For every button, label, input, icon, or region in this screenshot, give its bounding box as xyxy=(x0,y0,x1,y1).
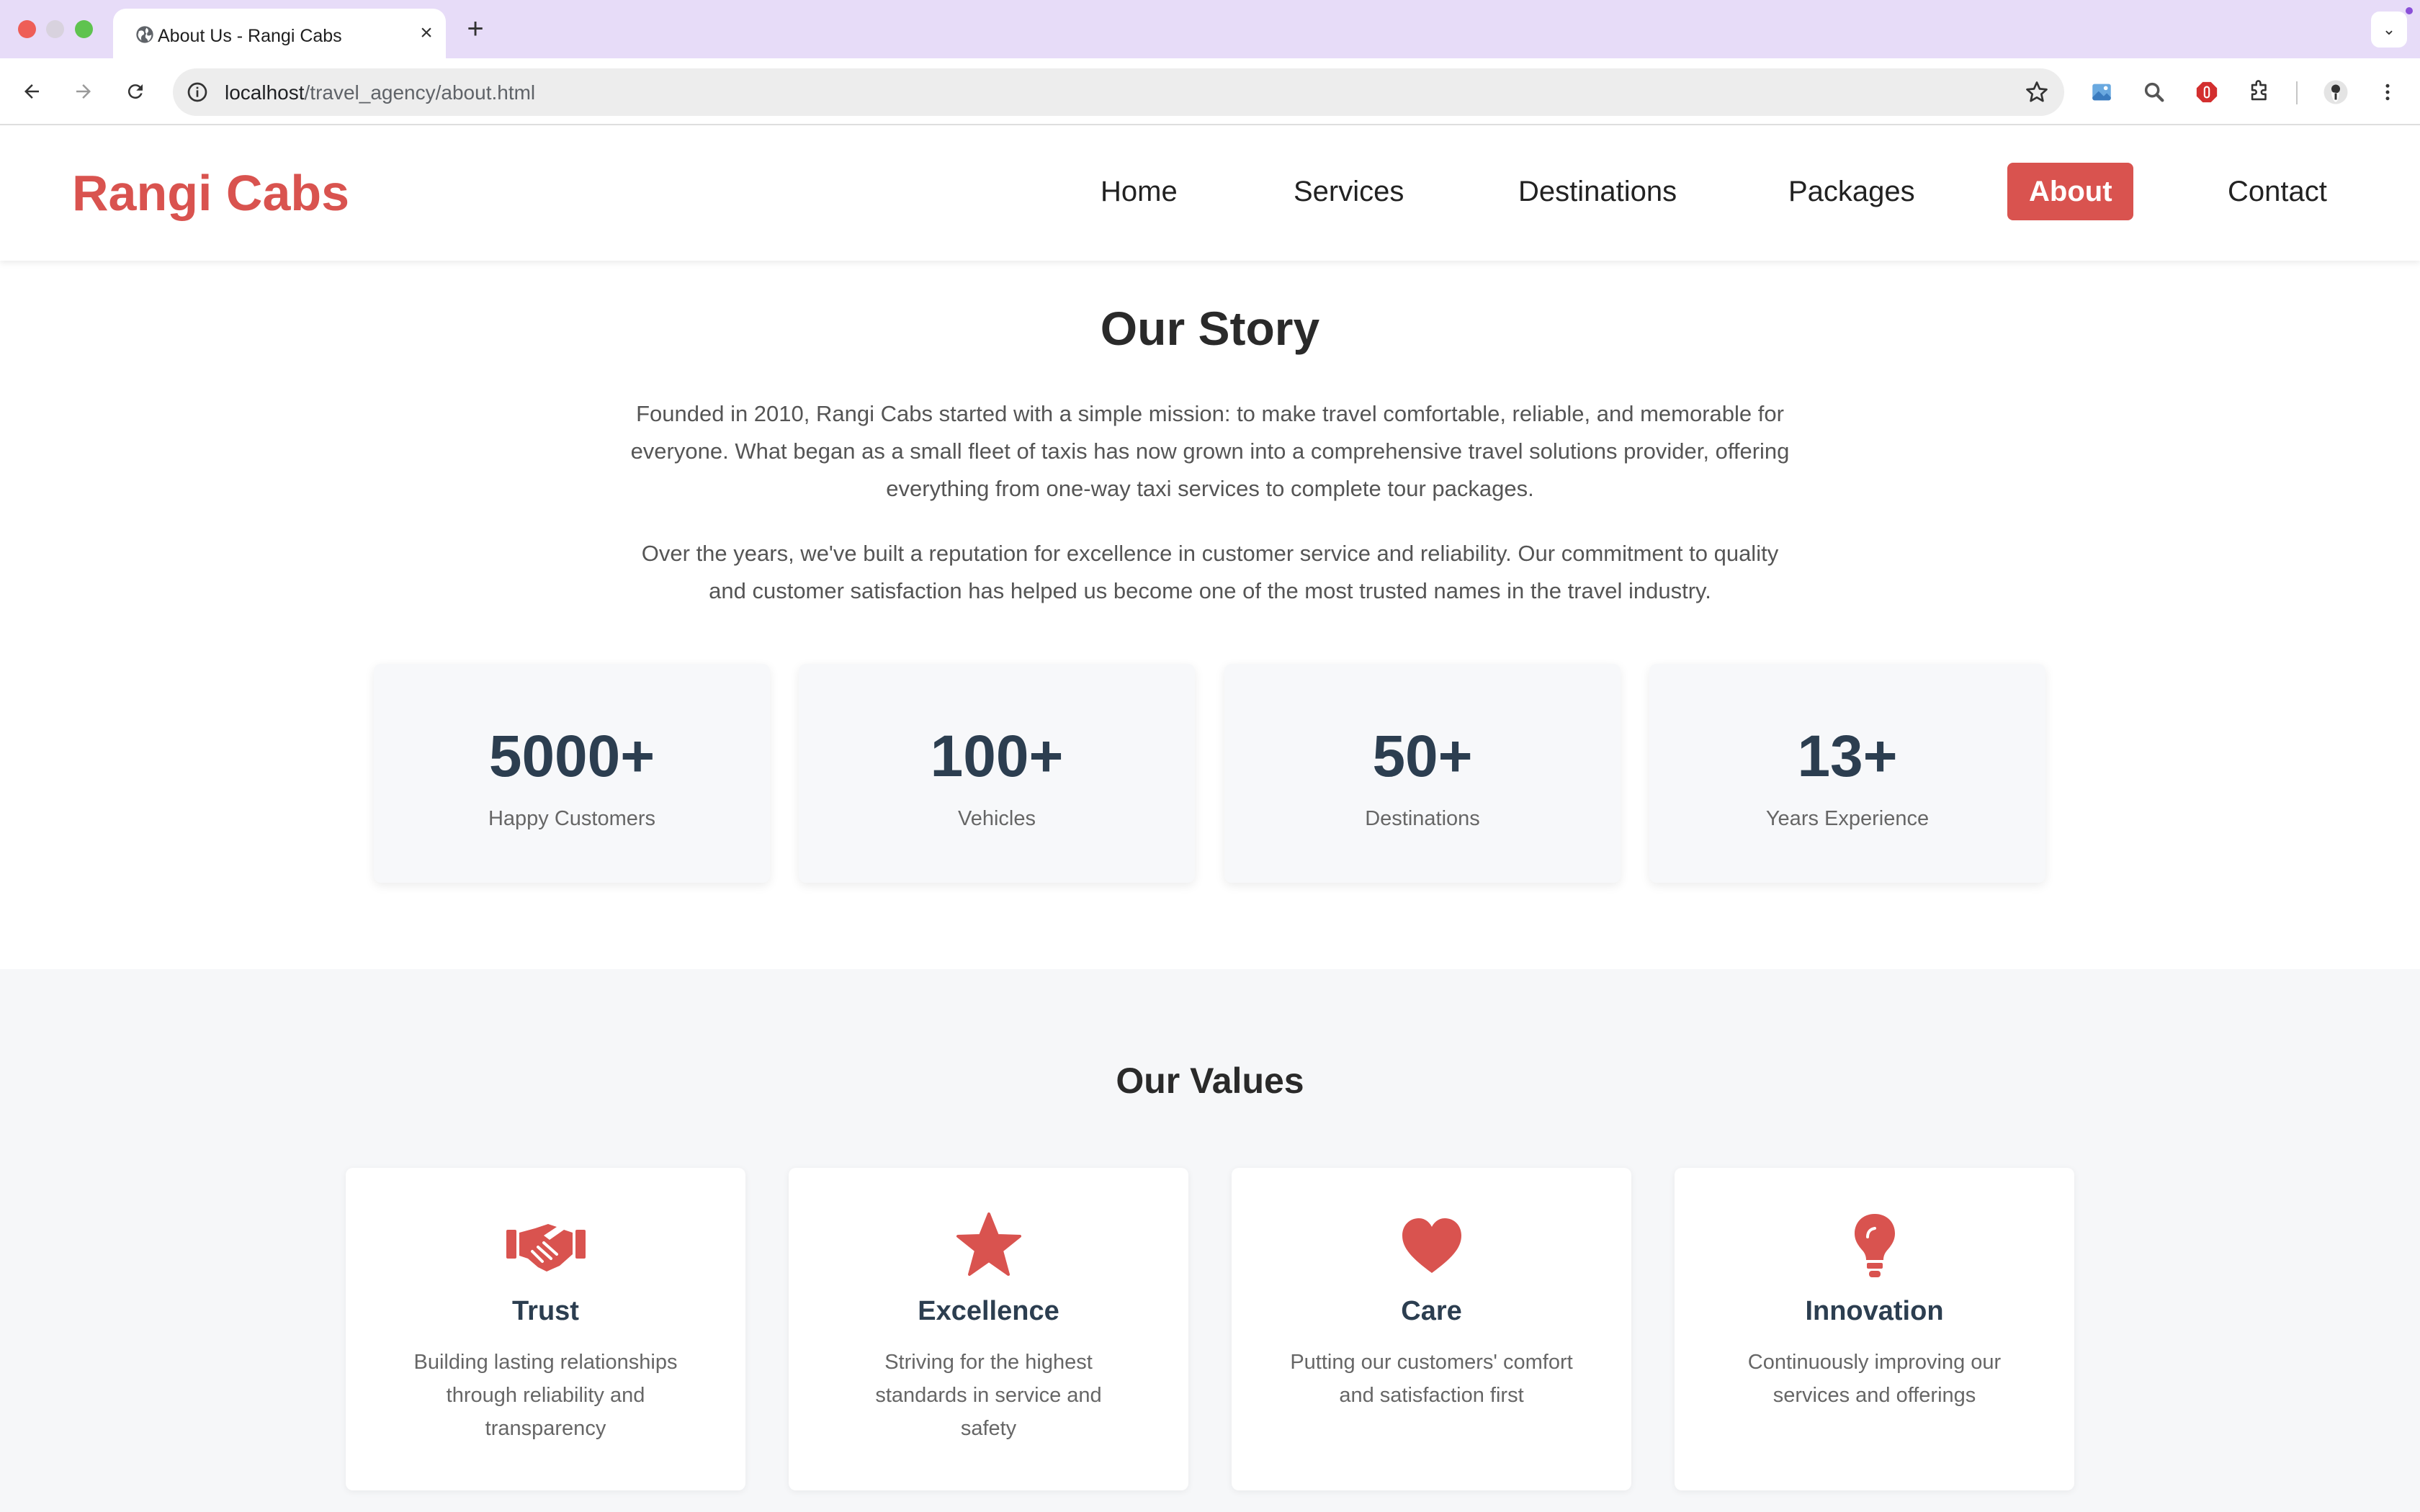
nav-contact[interactable]: Contact xyxy=(2228,163,2327,220)
back-button[interactable] xyxy=(16,76,48,107)
stat-value: 50+ xyxy=(1372,724,1473,789)
new-tab-button[interactable]: + xyxy=(461,13,490,45)
story-paragraph-1: Founded in 2010, Rangi Cabs started with… xyxy=(630,401,1790,501)
story-title: Our Story xyxy=(1100,302,1320,355)
stat-card: 13+ Years Experience xyxy=(1649,664,2045,883)
window-close-button[interactable] xyxy=(18,20,36,38)
reload-icon xyxy=(127,84,143,99)
stat-label: Vehicles xyxy=(957,807,1036,830)
extension-photos-icon[interactable] xyxy=(2088,78,2115,106)
stat-label: Destinations xyxy=(1365,807,1480,830)
url-host: localhost xyxy=(225,81,305,104)
bookmark-star-icon[interactable] xyxy=(2024,79,2050,105)
story-paragraph-2: Over the years, we've built a reputation… xyxy=(641,541,1779,603)
address-bar[interactable]: localhost/travel_agency/about.html xyxy=(173,68,2064,116)
value-card-care: Care Putting our customers' comfort and … xyxy=(1232,1168,1631,1490)
value-description: Striving for the highest standards in se… xyxy=(875,1351,1102,1440)
browser-menu-icon[interactable] xyxy=(2374,78,2401,106)
stat-value: 5000+ xyxy=(488,724,655,789)
browser-tab-active[interactable]: About Us - Rangi Cabs × xyxy=(113,9,446,59)
forward-button[interactable] xyxy=(68,76,99,107)
arrow-right-icon xyxy=(76,84,91,99)
value-description: Continuously improving our services and … xyxy=(1747,1351,2002,1407)
extension-adblock-icon[interactable] xyxy=(2193,78,2220,106)
value-title: Care xyxy=(1401,1296,1462,1326)
extensions-puzzle-icon[interactable] xyxy=(2246,78,2273,106)
window-zoom-button[interactable] xyxy=(75,20,93,38)
values-title: Our Values xyxy=(1116,1061,1304,1101)
globe-icon xyxy=(136,26,153,43)
nav-destinations[interactable]: Destinations xyxy=(1518,163,1677,220)
reload-button[interactable] xyxy=(120,76,151,107)
value-card-excellence: Excellence Striving for the highest stan… xyxy=(789,1168,1188,1490)
window-minimize-button[interactable] xyxy=(46,20,64,38)
value-card-trust: Trust Building lasting relationships thr… xyxy=(346,1168,745,1490)
stat-value: 13+ xyxy=(1797,724,1898,789)
extension-search-icon[interactable] xyxy=(2141,78,2168,106)
nav-services[interactable]: Services xyxy=(1294,163,1404,220)
profile-notification-dot xyxy=(2406,7,2413,14)
site-header: Rangi Cabs Home Services Destinations Pa… xyxy=(0,127,2420,261)
lightbulb-icon xyxy=(1854,1214,1895,1277)
site-logo[interactable]: Rangi Cabs xyxy=(72,164,349,222)
stat-value: 100+ xyxy=(930,724,1064,789)
arrow-left-icon xyxy=(24,84,39,99)
stat-card: 100+ Vehicles xyxy=(799,664,1195,883)
tab-close-icon[interactable]: × xyxy=(412,19,441,48)
stat-card: 50+ Destinations xyxy=(1224,664,1621,883)
heart-icon xyxy=(1402,1218,1461,1273)
browser-tab-strip: About Us - Rangi Cabs × + ⌄ xyxy=(0,0,2420,59)
url-path: /travel_agency/about.html xyxy=(304,81,536,104)
stat-card: 5000+ Happy Customers xyxy=(374,664,770,883)
value-description: Putting our customers' comfort and satis… xyxy=(1290,1351,1573,1407)
star-icon xyxy=(956,1212,1021,1276)
stat-label: Years Experience xyxy=(1765,807,1930,830)
browser-toolbar: localhost/travel_agency/about.html xyxy=(0,58,2420,125)
stat-label: Happy Customers xyxy=(488,807,656,830)
tab-search-button[interactable]: ⌄ xyxy=(2371,12,2407,48)
url-text[interactable]: localhost/travel_agency/about.html xyxy=(225,81,535,104)
value-card-innovation: Innovation Continuously improving our se… xyxy=(1675,1168,2074,1490)
value-title: Trust xyxy=(512,1296,579,1326)
value-title: Innovation xyxy=(1805,1296,1944,1326)
nav-about[interactable]: About xyxy=(2007,163,2133,220)
site-info-icon[interactable] xyxy=(186,81,209,104)
nav-packages[interactable]: Packages xyxy=(1788,163,1915,220)
toolbar-separator xyxy=(2296,81,2298,104)
nav-home[interactable]: Home xyxy=(1101,163,1178,220)
tab-title: About Us - Rangi Cabs xyxy=(158,26,342,46)
value-title: Excellence xyxy=(918,1296,1059,1326)
handshake-icon xyxy=(506,1224,586,1272)
profile-avatar-icon[interactable] xyxy=(2322,78,2349,106)
value-description: Building lasting relationships through r… xyxy=(413,1351,678,1440)
